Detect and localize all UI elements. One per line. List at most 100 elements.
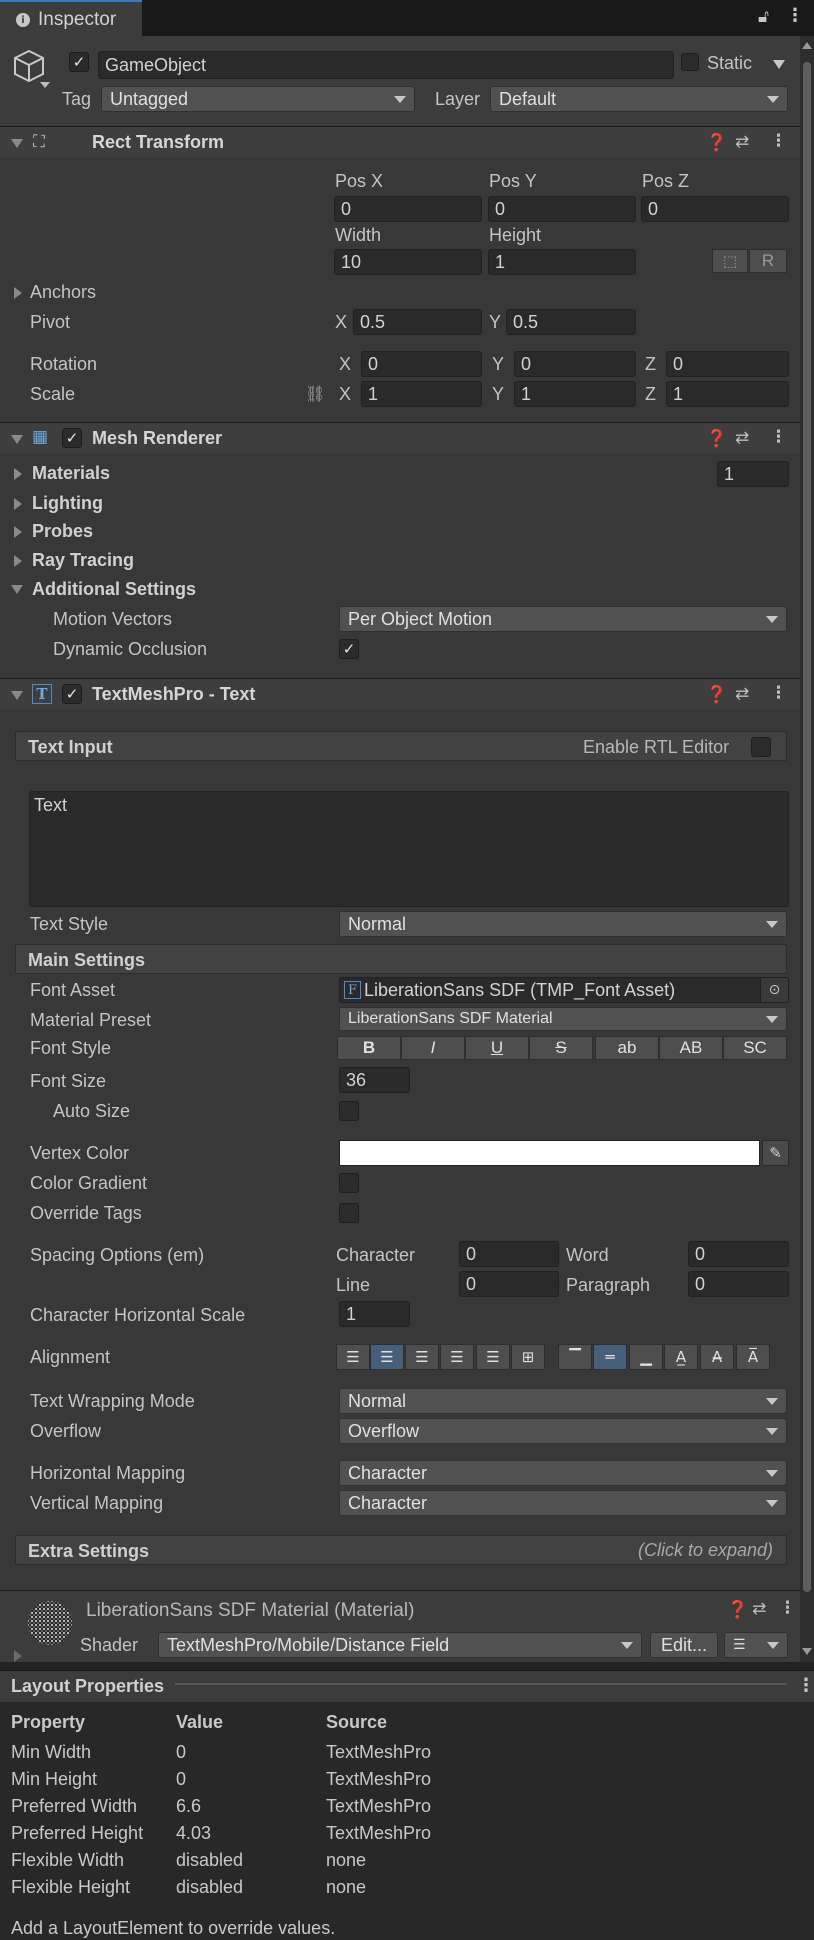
motion-vectors-dropdown[interactable]: Per Object Motion — [339, 606, 787, 632]
align-right-button[interactable]: ☰ — [405, 1344, 439, 1370]
pivot-x-input[interactable]: 0.5 — [353, 309, 482, 335]
probes-expand-icon[interactable] — [14, 526, 22, 538]
materials-count-input[interactable]: 1 — [717, 461, 789, 487]
lighting-expand-icon[interactable] — [14, 498, 22, 510]
align-top-button[interactable]: ▔ — [558, 1344, 592, 1370]
help-icon[interactable]: ❓ — [706, 429, 727, 449]
kebab-menu-icon[interactable]: ⋮ — [770, 683, 787, 703]
font-style-lowercase-button[interactable]: ab — [595, 1036, 659, 1060]
layer-dropdown[interactable]: Default — [490, 86, 788, 112]
material-preset-dropdown[interactable]: LiberationSans SDF Material — [339, 1007, 787, 1031]
tag-dropdown[interactable]: Untagged — [101, 86, 415, 112]
help-icon[interactable]: ❓ — [706, 685, 727, 705]
mesh-renderer-header[interactable]: ▦ ✓ Mesh Renderer ❓ ⇄ ⋮ — [0, 422, 800, 454]
font-style-smallcaps-button[interactable]: SC — [723, 1036, 787, 1060]
mesh-renderer-enabled-checkbox[interactable]: ✓ — [62, 428, 82, 448]
scroll-down-icon[interactable] — [802, 1648, 812, 1655]
collapse-arrow-icon[interactable] — [11, 435, 23, 444]
raw-edit-button[interactable]: R — [749, 249, 787, 273]
eyedropper-icon[interactable]: ✎ — [762, 1140, 789, 1166]
scale-z-input[interactable]: 1 — [666, 381, 789, 407]
tab-inspector[interactable]: i Inspector — [0, 0, 142, 38]
scroll-up-icon[interactable] — [802, 42, 812, 49]
font-style-uppercase-button[interactable]: AB — [659, 1036, 723, 1060]
pos-y-input[interactable]: 0 — [488, 196, 636, 222]
vertex-color-swatch[interactable] — [339, 1140, 760, 1166]
align-left-button[interactable]: ☰ — [336, 1344, 370, 1370]
rotation-z-input[interactable]: 0 — [666, 351, 789, 377]
textmeshpro-header[interactable]: T ✓ TextMeshPro - Text ❓ ⇄ ⋮ — [0, 678, 800, 710]
materials-expand-icon[interactable] — [14, 468, 22, 480]
align-center-button[interactable]: ☰ — [370, 1344, 404, 1370]
horizontal-mapping-dropdown[interactable]: Character — [339, 1460, 787, 1486]
rotation-x-input[interactable]: 0 — [361, 351, 482, 377]
ray-tracing-expand-icon[interactable] — [14, 555, 22, 567]
paragraph-spacing-input[interactable]: 0 — [688, 1271, 789, 1297]
additional-settings-collapse-icon[interactable] — [11, 585, 23, 594]
scale-x-input[interactable]: 1 — [361, 381, 482, 407]
align-bottom-button[interactable]: ▁ — [629, 1344, 663, 1370]
object-picker-icon[interactable]: ⊙ — [760, 978, 788, 1002]
help-icon[interactable]: ❓ — [727, 1600, 748, 1620]
text-style-dropdown[interactable]: Normal — [339, 911, 787, 937]
font-style-bold-button[interactable]: B — [337, 1036, 401, 1060]
anchors-expand-icon[interactable] — [14, 287, 22, 299]
drag-handle[interactable] — [175, 1683, 787, 1685]
textmeshpro-enabled-checkbox[interactable]: ✓ — [62, 684, 82, 704]
font-style-italic-button[interactable]: I — [401, 1036, 465, 1060]
width-input[interactable]: 10 — [334, 249, 482, 275]
lock-icon[interactable]: 🔓︎ — [758, 7, 769, 27]
pivot-y-input[interactable]: 0.5 — [506, 309, 636, 335]
icon-dropdown-arrow-icon[interactable] — [40, 82, 50, 88]
align-baseline-button[interactable]: A̲ — [664, 1344, 698, 1370]
wrapping-mode-dropdown[interactable]: Normal — [339, 1388, 787, 1414]
scale-y-input[interactable]: 1 — [514, 381, 636, 407]
constrain-proportions-icon[interactable]: ⛓ — [305, 384, 325, 403]
align-capline-button[interactable]: A̅ — [736, 1344, 770, 1370]
static-dropdown-icon[interactable] — [773, 60, 785, 69]
shader-options-button[interactable]: ☰ — [724, 1632, 788, 1658]
scrollbar-thumb[interactable] — [803, 62, 811, 1592]
kebab-menu-icon[interactable]: ⋮ — [770, 427, 787, 447]
char-h-scale-input[interactable]: 1 — [339, 1301, 410, 1327]
auto-size-checkbox[interactable] — [339, 1101, 359, 1121]
rect-transform-header[interactable]: ⛶ Rect Transform ❓ ⇄ ⋮ — [0, 126, 800, 158]
align-middle-button[interactable]: ═ — [593, 1344, 627, 1370]
gameobject-active-checkbox[interactable]: ✓ — [69, 52, 89, 72]
presets-icon[interactable]: ⇄ — [752, 1599, 766, 1619]
kebab-menu-icon[interactable]: ⋮ — [786, 5, 804, 26]
rotation-y-input[interactable]: 0 — [514, 351, 636, 377]
text-input-area[interactable]: Text — [29, 791, 789, 907]
overflow-dropdown[interactable]: Overflow — [339, 1418, 787, 1444]
font-style-underline-button[interactable]: U — [465, 1036, 529, 1060]
pos-x-input[interactable]: 0 — [334, 196, 482, 222]
static-checkbox[interactable] — [681, 53, 699, 71]
align-midline-button[interactable]: A̶ — [700, 1344, 734, 1370]
presets-icon[interactable]: ⇄ — [735, 684, 749, 704]
kebab-menu-icon[interactable]: ⋮ — [779, 1598, 796, 1618]
collapse-arrow-icon[interactable] — [11, 139, 23, 148]
word-spacing-input[interactable]: 0 — [688, 1241, 789, 1267]
edit-shader-button[interactable]: Edit... — [650, 1632, 718, 1658]
presets-icon[interactable]: ⇄ — [735, 132, 749, 152]
character-spacing-input[interactable]: 0 — [459, 1241, 559, 1267]
font-asset-field[interactable]: F LiberationSans SDF (TMP_Font Asset) ⊙ — [339, 977, 789, 1003]
blueprint-mode-button[interactable]: ⬚ — [712, 249, 748, 273]
align-geometry-center-button[interactable]: ⊞ — [511, 1344, 545, 1370]
align-justified-button[interactable]: ☰ — [440, 1344, 474, 1370]
dynamic-occlusion-checkbox[interactable]: ✓ — [339, 639, 359, 659]
align-flush-button[interactable]: ☰ — [476, 1344, 510, 1370]
vertical-mapping-dropdown[interactable]: Character — [339, 1490, 787, 1516]
pos-z-input[interactable]: 0 — [641, 196, 789, 222]
gameobject-name-input[interactable]: GameObject — [98, 51, 674, 79]
help-icon[interactable]: ❓ — [706, 133, 727, 153]
font-style-strikethrough-button[interactable]: S — [529, 1036, 593, 1060]
line-spacing-input[interactable]: 0 — [459, 1271, 559, 1297]
kebab-menu-icon[interactable]: ⋮ — [797, 1675, 814, 1696]
collapse-arrow-icon[interactable] — [11, 691, 23, 700]
override-tags-checkbox[interactable] — [339, 1203, 359, 1223]
height-input[interactable]: 1 — [488, 249, 636, 275]
splitter[interactable] — [0, 1662, 814, 1670]
presets-icon[interactable]: ⇄ — [735, 428, 749, 448]
shader-dropdown[interactable]: TextMeshPro/Mobile/Distance Field — [158, 1632, 642, 1658]
